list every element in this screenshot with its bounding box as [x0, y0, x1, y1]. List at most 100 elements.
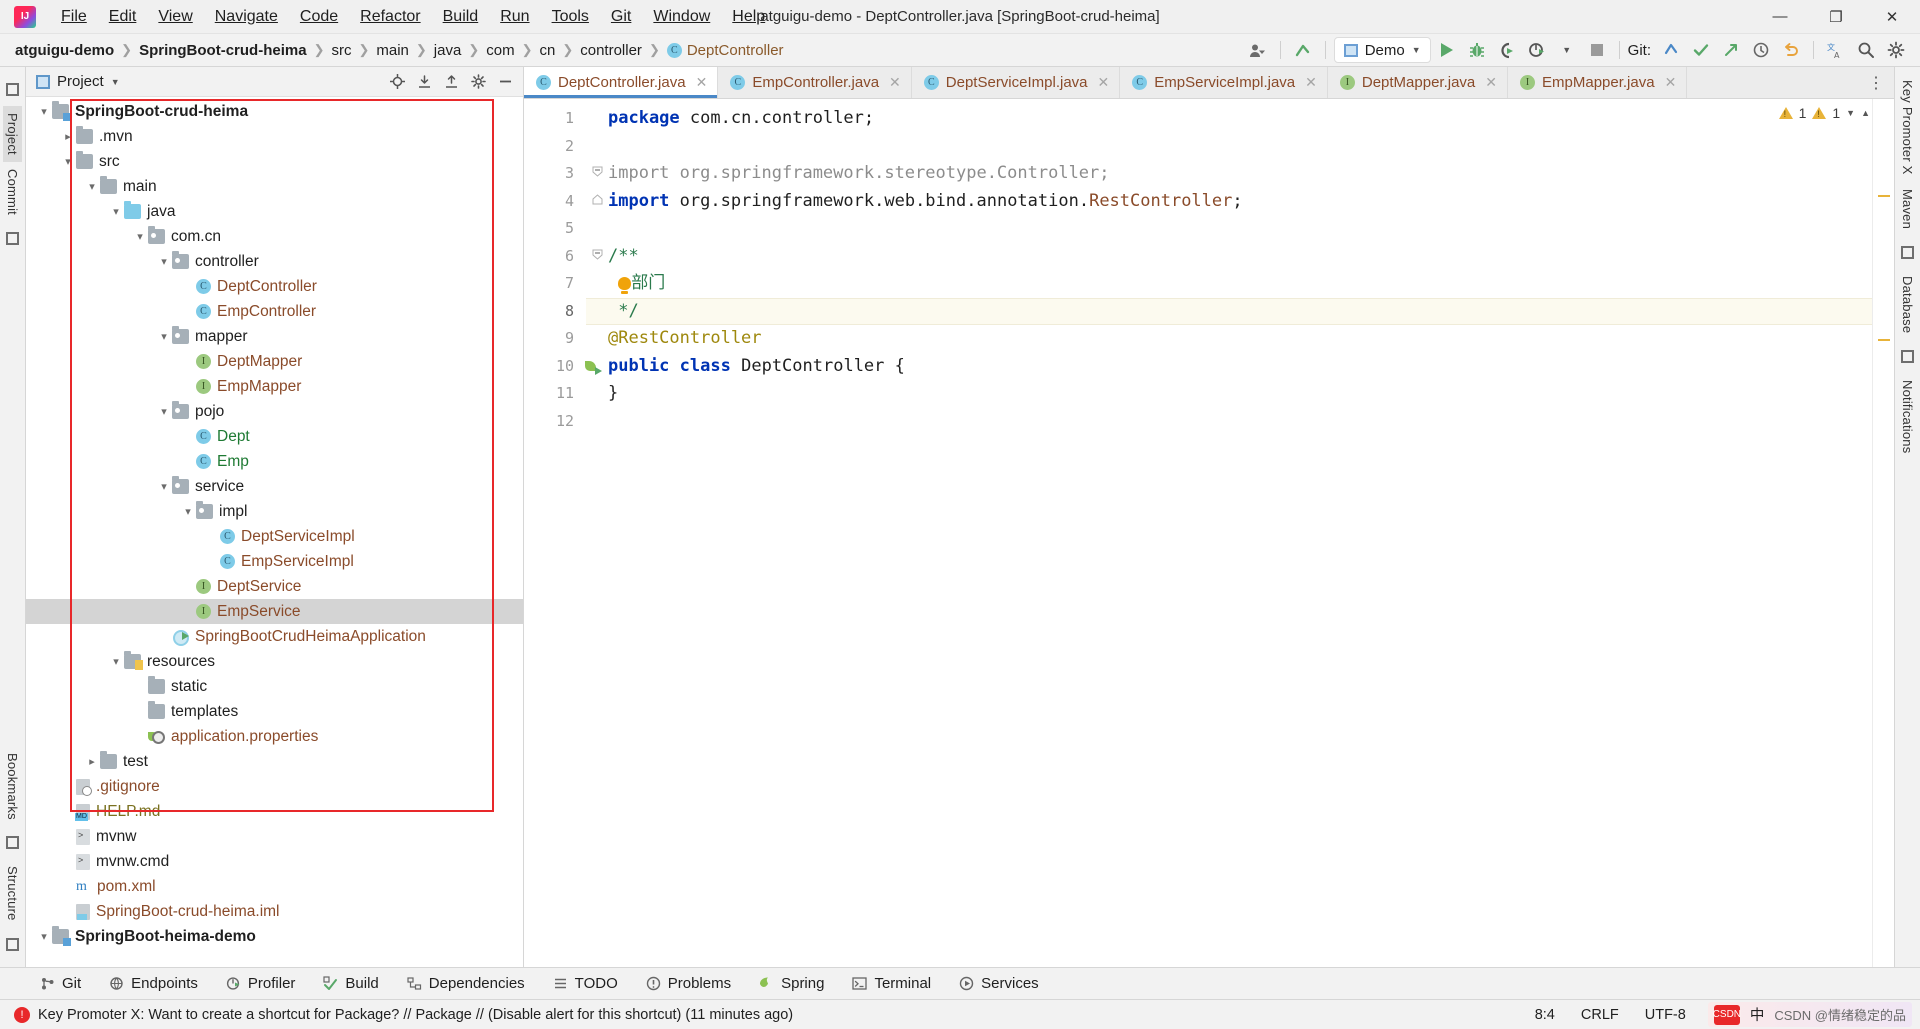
editor-tab[interactable]: C EmpController.java ✕ [718, 67, 912, 98]
minimize-button[interactable]: — [1752, 0, 1808, 34]
expand-all-icon[interactable] [412, 71, 436, 93]
project-settings-gear-icon[interactable] [466, 71, 490, 93]
menu-view[interactable]: View [147, 4, 203, 30]
close-icon[interactable]: ✕ [1665, 74, 1677, 91]
stop-button[interactable] [1583, 37, 1611, 63]
update-project-icon[interactable] [1289, 37, 1317, 63]
inspection-marker[interactable] [1878, 339, 1890, 341]
caret-position[interactable]: 8:4 [1531, 1007, 1559, 1023]
tree-node[interactable]: .I EmpService [26, 599, 523, 624]
run-gutter-icon[interactable] [584, 358, 602, 376]
inspection-marker[interactable] [1878, 195, 1890, 197]
chevron-right-icon[interactable]: ▸ [84, 755, 100, 768]
code-fold-toggle[interactable] [586, 243, 608, 271]
breadcrumb-item-controller[interactable]: controller [575, 40, 647, 61]
menu-run[interactable]: Run [489, 4, 540, 30]
code-fold-toggle[interactable] [586, 160, 608, 188]
menu-navigate[interactable]: Navigate [204, 4, 289, 30]
tree-node[interactable]: ▾ src [26, 149, 523, 174]
tree-node[interactable]: . mvnw [26, 824, 523, 849]
close-icon[interactable]: ✕ [1485, 74, 1497, 91]
editor-tab[interactable]: C DeptServiceImpl.java ✕ [911, 67, 1121, 98]
project-panel-title[interactable]: Project ▼ [36, 73, 120, 90]
tree-node[interactable]: ▾ service [26, 474, 523, 499]
tree-node[interactable]: . templates [26, 699, 523, 724]
git-rollback-button[interactable] [1777, 37, 1805, 63]
tree-node[interactable]: . mvnw.cmd [26, 849, 523, 874]
code-fold-toggle[interactable] [586, 188, 608, 216]
chevron-down-icon[interactable]: ▾ [180, 505, 196, 518]
tree-node[interactable]: ▾ SpringBoot-heima-demo [26, 924, 523, 949]
editor-tab[interactable]: C EmpServiceImpl.java ✕ [1120, 67, 1328, 98]
chevron-down-icon[interactable]: ▾ [36, 105, 52, 118]
stripe-item-commit[interactable]: Commit [3, 162, 22, 222]
tree-node[interactable]: ▸ .mvn [26, 124, 523, 149]
chevron-up-icon[interactable]: ▲ [1861, 108, 1870, 118]
intention-bulb-icon[interactable] [618, 277, 632, 294]
chevron-down-icon[interactable]: ▾ [108, 655, 124, 668]
close-icon[interactable]: ✕ [1098, 74, 1110, 91]
tree-node[interactable]: . SpringBoot-crud-heima.iml [26, 899, 523, 924]
bottom-bar-item-spring[interactable]: Spring [745, 971, 838, 996]
chevron-right-icon[interactable]: ▸ [60, 130, 76, 143]
search-everywhere-icon[interactable] [1852, 37, 1880, 63]
chevron-down-icon[interactable]: ▾ [84, 180, 100, 193]
user-account-icon[interactable] [1244, 37, 1272, 63]
close-icon[interactable]: ✕ [889, 74, 901, 91]
menu-file[interactable]: File [50, 4, 98, 30]
stripe-item-database[interactable]: Database [1898, 269, 1917, 340]
tree-node[interactable]: ▾ impl [26, 499, 523, 524]
breadcrumb-item-main[interactable]: main [371, 40, 414, 61]
translate-icon[interactable]: 文A [1822, 37, 1850, 63]
breadcrumb-item-java[interactable]: java [429, 40, 467, 61]
stripe-item-maven[interactable]: Maven [1898, 182, 1917, 236]
breadcrumb-item-src[interactable]: src [326, 40, 356, 61]
menu-tools[interactable]: Tools [541, 4, 600, 30]
tree-node[interactable]: .C DeptServiceImpl [26, 524, 523, 549]
editor-code[interactable]: package com.cn.controller; import org.sp… [608, 99, 1894, 967]
bottom-bar-item-problems[interactable]: Problems [632, 971, 745, 996]
breadcrumb-item-deptcontroller[interactable]: C DeptController [662, 40, 789, 61]
breadcrumb-item-com[interactable]: com [481, 40, 519, 61]
close-icon[interactable]: ✕ [1305, 74, 1317, 91]
maximize-button[interactable]: ❐ [1808, 0, 1864, 34]
select-opened-file-icon[interactable] [385, 71, 409, 93]
project-stripe-icon[interactable] [6, 83, 19, 96]
chevron-down-icon[interactable]: ▾ [156, 480, 172, 493]
line-separator[interactable]: CRLF [1577, 1007, 1623, 1023]
menu-help[interactable]: Help [721, 4, 776, 30]
git-push-button[interactable] [1717, 37, 1745, 63]
tree-node[interactable]: ▾ SpringBoot-crud-heima [26, 99, 523, 124]
collapse-all-icon[interactable] [439, 71, 463, 93]
bottom-bar-item-git[interactable]: Git [26, 971, 95, 996]
commit-stripe-icon[interactable] [6, 231, 19, 245]
editor-area[interactable]: 1 2 3 4 5 6 7 8 9 10 11 12 package com.cn.controlle… [524, 99, 1894, 967]
bottom-bar-item-profiler[interactable]: Profiler [212, 971, 310, 996]
tree-node[interactable]: . SpringBootCrudHeimaApplication [26, 624, 523, 649]
structure-stripe-icon[interactable] [6, 938, 19, 951]
editor-tab[interactable]: C DeptController.java ✕ [524, 67, 719, 98]
stripe-item-project[interactable]: Project [3, 106, 22, 162]
bottom-bar-item-endpoints[interactable]: Endpoints [95, 971, 212, 996]
tree-node[interactable]: .I DeptService [26, 574, 523, 599]
bookmarks-stripe-icon[interactable] [6, 836, 19, 850]
tree-node[interactable]: .C DeptController [26, 274, 523, 299]
chevron-down-icon[interactable]: ▾ [132, 230, 148, 243]
bottom-bar-item-terminal[interactable]: Terminal [838, 971, 945, 996]
git-update-button[interactable] [1657, 37, 1685, 63]
close-icon[interactable]: ✕ [696, 74, 708, 91]
run-button[interactable] [1433, 37, 1461, 63]
notifications-stripe-icon[interactable] [1901, 349, 1914, 363]
ime-indicator[interactable]: 中 [1746, 1004, 1769, 1025]
breadcrumb-item-atguigu-demo[interactable]: atguigu-demo [10, 40, 119, 61]
chevron-down-icon[interactable]: ▾ [156, 405, 172, 418]
stripe-item-bookmarks[interactable]: Bookmarks [3, 746, 22, 827]
tree-node[interactable]: .I EmpMapper [26, 374, 523, 399]
run-with-coverage-button[interactable] [1493, 37, 1521, 63]
stripe-item-structure[interactable]: Structure [3, 859, 22, 928]
hide-panel-icon[interactable] [493, 71, 517, 93]
close-button[interactable]: ✕ [1864, 0, 1920, 34]
chevron-down-icon[interactable]: ▾ [108, 205, 124, 218]
chevron-down-icon[interactable]: ▾ [36, 930, 52, 943]
tree-node[interactable]: ▾ controller [26, 249, 523, 274]
